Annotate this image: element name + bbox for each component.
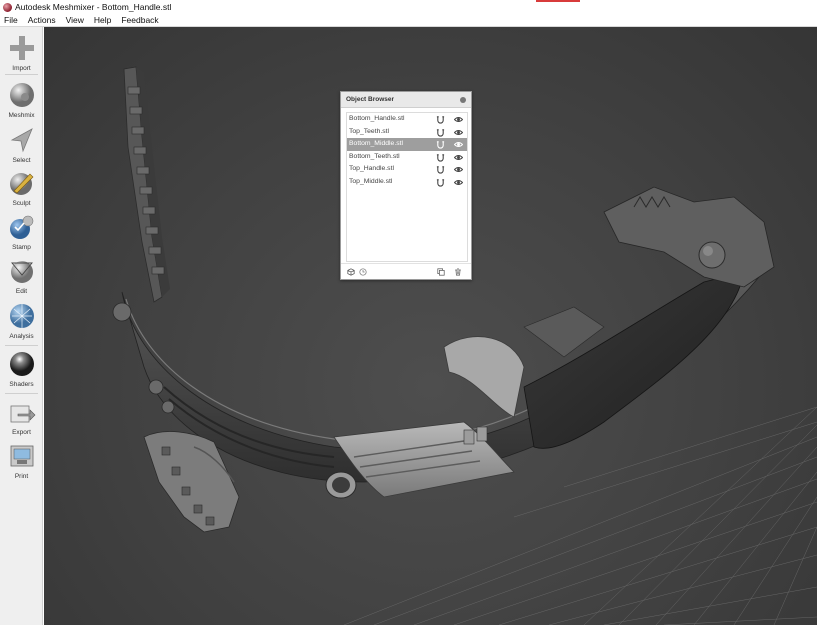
printer-icon [10,445,33,467]
object-row[interactable]: Top_Teeth.stl [347,126,467,139]
edit-tool-button[interactable]: Edit [0,257,43,301]
title-accent [536,0,580,2]
magnet-icon[interactable] [436,128,445,137]
tool-label: Import [12,65,31,72]
teeth-arm [123,66,170,303]
stamp-icon [9,215,33,239]
magnet-icon[interactable] [436,165,445,174]
menu-actions[interactable]: Actions [23,15,61,25]
object-name: Top_Handle.stl [349,165,394,172]
magnet-icon[interactable] [436,178,445,187]
sculpt-tool-button[interactable]: Sculpt [0,169,43,213]
title-bar: Autodesk Meshmixer - Bottom_Handle.stl [0,0,817,14]
cube-icon[interactable] [347,268,355,276]
trash-icon[interactable] [454,268,462,276]
object-row[interactable]: Bottom_Teeth.stl [347,151,467,164]
window-title: Autodesk Meshmixer - Bottom_Handle.stl [15,2,172,12]
object-name: Bottom_Teeth.stl [349,152,400,160]
eye-icon[interactable] [454,140,463,149]
shader-ball-icon [9,352,34,376]
export-icon [10,405,35,423]
export-tool-button[interactable]: Export [0,398,43,442]
object-row[interactable]: Top_Middle.stl [347,176,467,189]
tool-label: Print [14,473,29,480]
tool-label: Select [12,157,31,164]
eye-icon[interactable] [454,128,463,137]
eye-icon[interactable] [454,115,463,124]
menu-view[interactable]: View [61,15,89,25]
magnet-icon[interactable] [436,140,445,149]
tool-label: Edit [15,288,28,295]
menu-help[interactable]: Help [89,15,116,25]
brush-icon [9,173,33,195]
import-tool-button[interactable]: Import [0,34,43,78]
clock-icon[interactable] [359,268,367,276]
select-tool-button[interactable]: Select [0,126,43,170]
object-row[interactable]: Top_Handle.stl [347,163,467,176]
meshmix-tool-button[interactable]: Meshmix [0,81,43,125]
main-toolbar: Import Meshmix Select Sculpt Stamp Edit … [0,27,43,625]
object-row[interactable]: Bottom_Handle.stl [347,113,467,126]
shaders-tool-button[interactable]: Shaders [0,350,43,394]
arrow-cursor-icon [10,128,33,153]
tool-label: Stamp [12,244,31,251]
magnet-icon[interactable] [436,153,445,162]
duplicate-icon[interactable] [437,268,445,276]
eye-icon[interactable] [454,153,463,162]
meshmixer-logo-icon [3,2,12,12]
magnet-icon[interactable] [436,115,445,124]
close-icon[interactable] [460,97,466,103]
object-browser-panel: Object Browser Bottom_Handle.stl Top_Tee… [340,91,472,280]
tool-label: Meshmix [8,112,35,119]
menu-feedback[interactable]: Feedback [116,15,163,25]
eye-icon[interactable] [454,178,463,187]
tool-label: Shaders [9,381,34,388]
meshmix-sphere-icon [9,83,34,107]
object-name: Top_Middle.stl [349,177,393,185]
eye-icon[interactable] [454,165,463,174]
menu-bar: File Actions View Help Feedback [0,14,817,27]
tool-label: Export [12,429,31,436]
print-tool-button[interactable]: Print [0,442,43,486]
object-browser-title: Object Browser [346,96,395,103]
meshmixer-window: Autodesk Meshmixer - Bottom_Handle.stl F… [0,0,817,625]
toolbar-divider [5,345,38,346]
object-browser-footer [341,263,471,279]
object-name: Bottom_Handle.stl [349,115,405,122]
object-name: Bottom_Middle.stl [349,140,404,147]
object-list: Bottom_Handle.stl Top_Teeth.stl Bottom_M… [346,112,468,262]
object-row-selected[interactable]: Bottom_Middle.stl [347,138,467,151]
object-browser-header: Object Browser [341,92,471,108]
analysis-sphere-icon [9,304,34,328]
toolbar-divider [5,393,38,394]
tool-label: Sculpt [12,200,31,207]
stamp-tool-button[interactable]: Stamp [0,213,43,257]
toolbar-divider [5,74,38,75]
menu-file[interactable]: File [0,15,23,25]
tool-label: Analysis [9,333,34,340]
edit-sphere-icon [10,261,33,283]
object-name: Top_Teeth.stl [349,127,390,135]
plus-icon [9,36,34,60]
analysis-tool-button[interactable]: Analysis [0,302,43,346]
